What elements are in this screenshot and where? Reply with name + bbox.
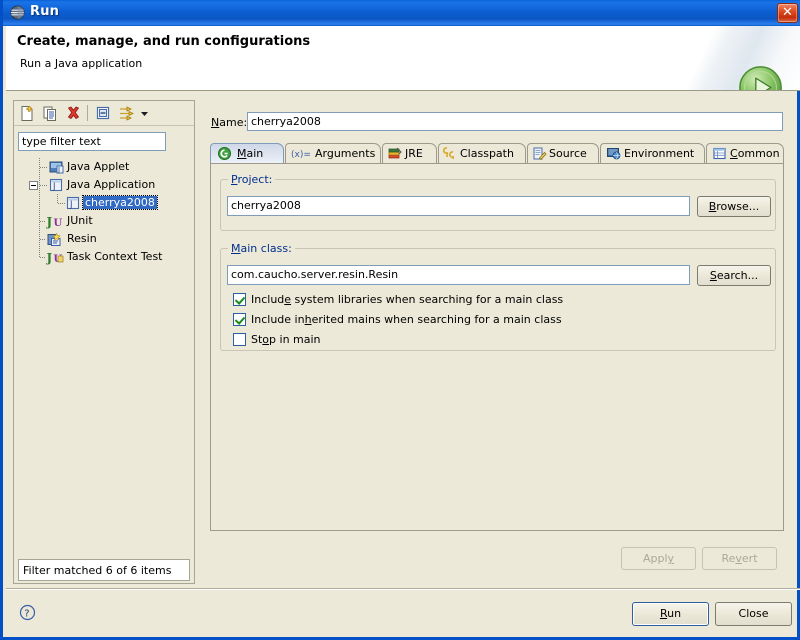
- tree-connector: [40, 167, 48, 168]
- tab-jre[interactable]: JRE: [382, 143, 437, 164]
- configuration-editor-panel: Name: Main (x)= Arguments: [202, 100, 793, 584]
- tab-label: Source: [549, 147, 587, 160]
- filter-status-text: Filter matched 6 of 6 items: [23, 564, 172, 577]
- main-tab-panel: Project: Browse... Main class: Search...…: [210, 163, 784, 531]
- chevron-down-icon[interactable]: [139, 108, 150, 119]
- java-applet-icon: J: [49, 161, 64, 174]
- name-field[interactable]: [251, 115, 776, 128]
- launch-config-toolbar: [14, 101, 194, 126]
- filter-status-box: Filter matched 6 of 6 items: [18, 559, 190, 581]
- tree-item-label: Java Applet: [67, 160, 130, 173]
- close-button[interactable]: Close: [715, 602, 792, 626]
- tab-arguments[interactable]: (x)= Arguments: [285, 143, 381, 164]
- resin-icon: [47, 232, 61, 246]
- eclipse-run-icon: [10, 5, 25, 20]
- common-tab-icon: [713, 147, 726, 160]
- name-field-wrapper[interactable]: [247, 112, 783, 131]
- tab-environment[interactable]: Environment: [600, 143, 705, 164]
- title-bar: Run: [3, 0, 800, 26]
- run-button[interactable]: Run: [632, 602, 709, 626]
- svg-text:U: U: [54, 218, 63, 229]
- svg-text:?: ?: [24, 608, 29, 619]
- configuration-tabs: Main (x)= Arguments JRE Classpath Source…: [210, 143, 784, 164]
- tab-label: Classpath: [460, 147, 514, 160]
- tab-classpath[interactable]: Classpath: [438, 143, 526, 164]
- tree-connector: [58, 203, 65, 204]
- java-application-icon: J: [49, 178, 63, 192]
- main-tab-icon: [218, 147, 231, 160]
- tree-item-label: Resin: [67, 232, 97, 245]
- tree-item-label-selected: cherrya2008: [82, 195, 158, 210]
- collapse-all-icon[interactable]: [95, 105, 112, 122]
- footer-separator: [6, 588, 800, 590]
- svg-text:J: J: [69, 200, 73, 210]
- delete-launch-configuration-icon[interactable]: [65, 105, 82, 122]
- project-field-wrapper[interactable]: [227, 196, 690, 216]
- checkbox-label: Stop in main: [251, 333, 321, 346]
- svg-text:(x)=: (x)=: [291, 150, 311, 160]
- checkbox-label: Include inherited mains when searching f…: [251, 313, 562, 326]
- java-application-icon: J: [66, 196, 80, 210]
- name-label: Name:: [211, 116, 248, 129]
- tree-trunk-line: [39, 158, 40, 258]
- browse-button[interactable]: Browse...: [697, 196, 771, 217]
- help-question-icon[interactable]: ?: [19, 604, 36, 621]
- checkbox-box[interactable]: [233, 313, 246, 326]
- project-field[interactable]: [231, 199, 683, 212]
- tab-label: Common: [730, 147, 780, 160]
- tab-label: JRE: [405, 147, 423, 160]
- tree-connector: [40, 185, 48, 186]
- tree-item-label: JUnit: [67, 214, 93, 227]
- tab-common[interactable]: Common: [706, 143, 784, 164]
- duplicate-launch-configuration-icon[interactable]: [42, 105, 59, 122]
- filter-input-wrapper[interactable]: [18, 132, 166, 151]
- tab-source[interactable]: Source: [527, 143, 599, 164]
- apply-button[interactable]: Apply: [621, 547, 696, 570]
- page-subtitle: Run a Java application: [20, 57, 143, 70]
- checkbox-box[interactable]: [233, 293, 246, 306]
- main-class-group-label: Main class:: [228, 242, 295, 255]
- svg-text:J: J: [46, 251, 53, 265]
- main-class-group: Main class: Search... Include system lib…: [220, 242, 776, 351]
- jre-tab-icon: [388, 147, 402, 159]
- svg-text:J: J: [52, 182, 56, 192]
- main-class-field-wrapper[interactable]: [227, 265, 690, 285]
- revert-button[interactable]: Revert: [702, 547, 777, 570]
- tab-label: Main: [237, 147, 264, 160]
- search-input[interactable]: [22, 135, 162, 148]
- page-title: Create, manage, and run configurations: [17, 34, 311, 49]
- project-group-label: Project:: [228, 173, 276, 186]
- green-play-run-icon: [739, 66, 782, 90]
- tree-child-trunk: [57, 194, 58, 203]
- tree-item-label: Task Context Test: [67, 250, 163, 263]
- launch-configuration-tree: J Java Applet J Java Application J cherr…: [15, 158, 193, 558]
- tab-label: Environment: [624, 147, 695, 160]
- toolbar-separator: [87, 105, 88, 121]
- classpath-tab-icon: [443, 147, 454, 159]
- source-tab-icon: [533, 147, 547, 161]
- tab-label: Arguments: [315, 147, 376, 160]
- tree-expander-collapse[interactable]: [29, 181, 38, 190]
- checkbox-box[interactable]: [233, 333, 246, 346]
- filter-launch-configurations-icon[interactable]: [118, 105, 135, 122]
- main-class-field[interactable]: [231, 268, 683, 281]
- checkbox-label: Include system libraries when searching …: [251, 293, 564, 306]
- arguments-tab-icon: (x)=: [291, 150, 311, 160]
- junit-icon: J U: [46, 215, 63, 229]
- environment-tab-icon: [607, 148, 621, 160]
- run-configurations-dialog: Run Create, manage, and run configuratio…: [0, 0, 800, 640]
- svg-text:J: J: [46, 215, 53, 229]
- close-icon[interactable]: [777, 3, 798, 23]
- project-group: Project: Browse...: [220, 173, 776, 231]
- search-button[interactable]: Search...: [697, 265, 771, 286]
- svg-text:J: J: [57, 166, 60, 174]
- new-launch-configuration-icon[interactable]: [19, 105, 36, 122]
- dialog-header: Create, manage, and run configurations R…: [6, 26, 800, 91]
- junit-task-icon: J U: [46, 251, 64, 265]
- launch-configurations-panel: J Java Applet J Java Application: [13, 100, 195, 584]
- tab-main[interactable]: Main: [210, 143, 284, 164]
- window-title: Run: [30, 4, 60, 19]
- tree-item-label: Java Application: [67, 178, 156, 191]
